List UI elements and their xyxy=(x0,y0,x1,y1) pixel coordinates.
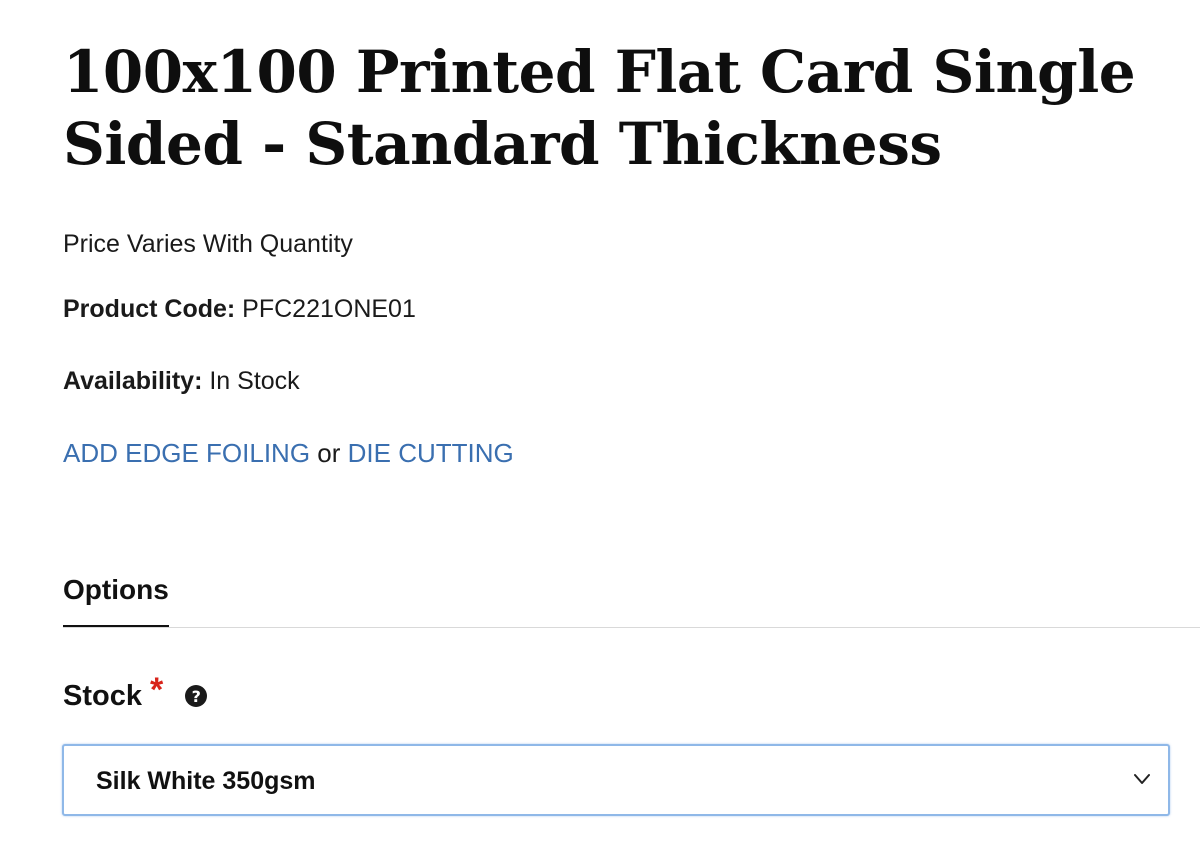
stock-field-label: Stock * ? xyxy=(63,670,208,718)
question-circle-icon[interactable]: ? xyxy=(185,685,208,707)
tab-options[interactable]: Options xyxy=(63,570,169,627)
stock-select[interactable]: Silk White 350gsm xyxy=(62,744,1170,816)
required-marker: * xyxy=(149,670,164,709)
product-title: 100x100 Printed Flat Card Single Sided -… xyxy=(63,38,1136,178)
product-page: 100x100 Printed Flat Card Single Sided -… xyxy=(0,0,1200,862)
addon-links: ADD EDGE FOILING or DIE CUTTING xyxy=(63,438,514,468)
die-cutting-link[interactable]: DIE CUTTING xyxy=(348,438,514,468)
product-code-label: Product Code: xyxy=(63,295,236,323)
product-code-row: Product Code: PFC221ONE01 xyxy=(63,294,416,324)
tabs-bar: Options xyxy=(63,570,1200,628)
chevron-down-icon xyxy=(1134,774,1150,784)
add-edge-foiling-link[interactable]: ADD EDGE FOILING xyxy=(63,438,310,468)
availability-row: Availability: In Stock xyxy=(63,366,300,396)
availability-label: Availability: xyxy=(63,367,203,395)
availability-value: In Stock xyxy=(209,367,300,395)
stock-select-value: Silk White 350gsm xyxy=(96,767,316,795)
product-code-value: PFC221ONE01 xyxy=(242,295,416,323)
links-separator: or xyxy=(317,438,341,468)
stock-label-text: Stock xyxy=(63,679,142,712)
price-note: Price Varies With Quantity xyxy=(63,230,353,258)
